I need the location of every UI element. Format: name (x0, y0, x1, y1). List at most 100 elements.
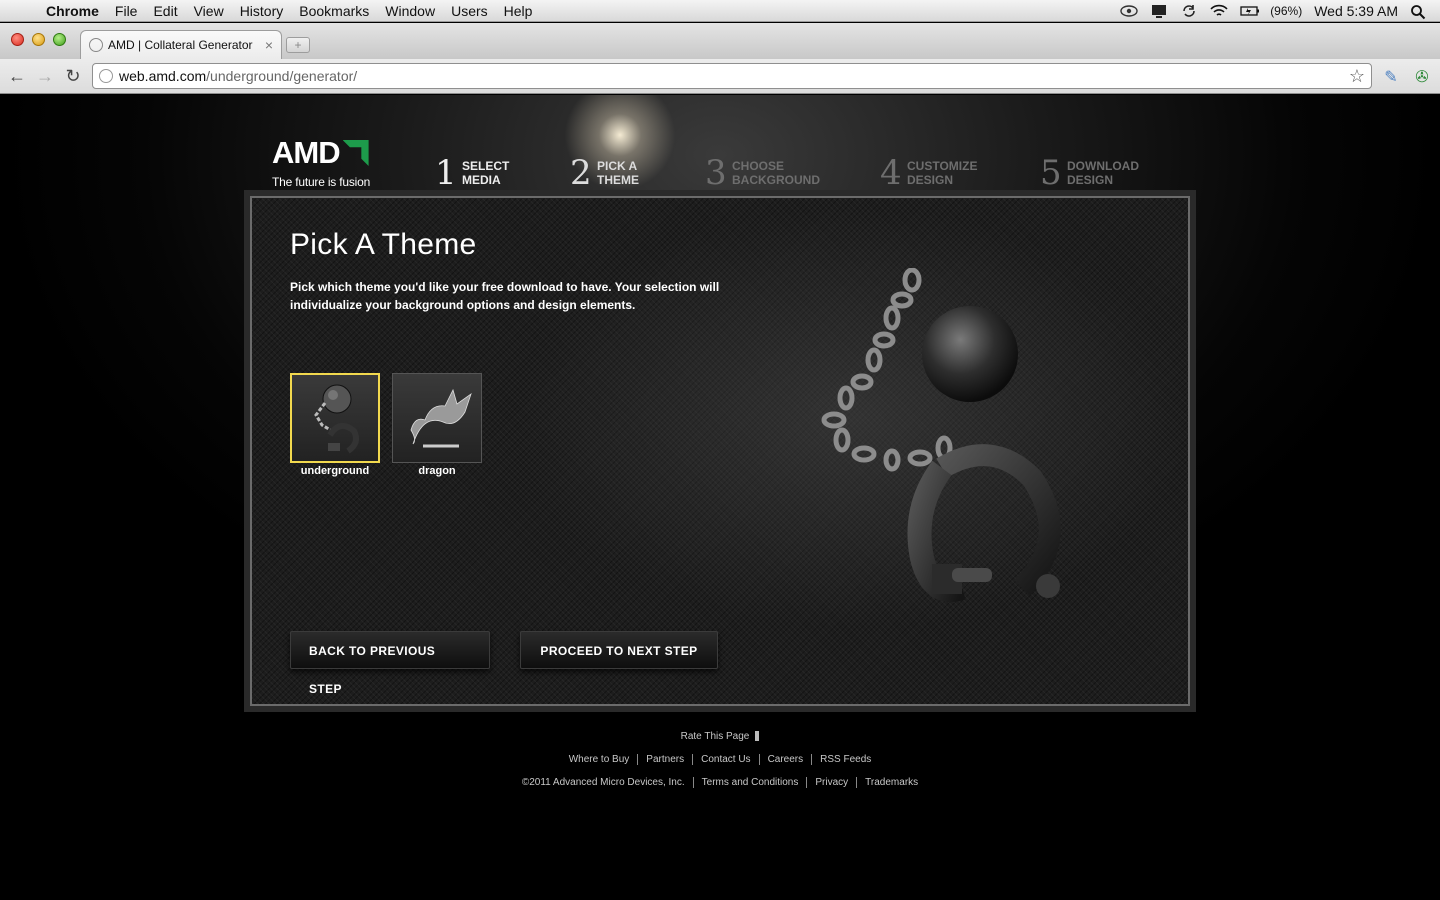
step-number: 2 (570, 153, 592, 193)
browser-toolbar: ← → ↻ web.amd.com /underground/generator… (0, 59, 1440, 94)
divider (811, 754, 813, 765)
page-viewport: AMD The future is fusion 1 Select Media 2… (0, 95, 1440, 900)
footer-link-partners[interactable]: Partners (646, 754, 684, 765)
menu-window[interactable]: Window (377, 3, 443, 19)
battery-icon[interactable] (1240, 4, 1260, 18)
dragon-icon (410, 388, 472, 448)
wrench-menu-icon[interactable]: ✇ (1412, 67, 1432, 87)
underground-thumbnail (290, 373, 380, 463)
step-label-line2: Design (1067, 173, 1114, 187)
display-icon[interactable] (1150, 4, 1168, 18)
footer-link-terms[interactable]: Terms and Conditions (702, 777, 799, 788)
footer-link-careers[interactable]: Careers (768, 754, 804, 765)
step-number: 1 (435, 153, 457, 193)
step-pick-theme[interactable]: 2 Pick a Theme (570, 153, 705, 193)
step-customize-design[interactable]: 4 Customize Design (880, 153, 1040, 193)
footer-link-where-to-buy[interactable]: Where to Buy (569, 754, 630, 765)
ball-and-chain-hero-image (821, 268, 1061, 602)
step-number: 3 (705, 153, 727, 193)
menu-history[interactable]: History (232, 3, 292, 19)
step-label-line2: Theme (597, 173, 639, 187)
footer-link-contact-us[interactable]: Contact Us (701, 754, 750, 765)
menu-app-chrome[interactable]: Chrome (40, 3, 107, 19)
footer-link-rss-feeds[interactable]: RSS Feeds (820, 754, 871, 765)
close-window-button[interactable] (11, 33, 24, 46)
eye-icon[interactable] (1120, 4, 1138, 18)
step-label-line1: Pick a (597, 159, 638, 173)
step-download-design[interactable]: 5 Download Design (1040, 153, 1160, 193)
step-label-line2: Design (907, 173, 954, 187)
dragon-thumbnail (392, 373, 482, 463)
footer-links: Where to Buy Partners Contact Us Careers RSS… (0, 754, 1440, 765)
menu-help[interactable]: Help (496, 3, 541, 19)
step-label-line2: Background (732, 173, 820, 187)
step-number: 4 (880, 153, 902, 193)
page-description: Pick which theme you'd like your free do… (290, 280, 720, 312)
mac-menu-bar: Chrome File Edit View History Bookmarks … (0, 0, 1440, 22)
divider (637, 754, 639, 765)
step-label-line1: Choose (732, 159, 785, 173)
menu-bookmarks[interactable]: Bookmarks (291, 3, 377, 19)
ball-and-chain-icon (314, 384, 359, 454)
footer-legal: ©2011 Advanced Micro Devices, Inc. Terms … (0, 777, 1440, 788)
back-arrow-icon[interactable]: ← (6, 65, 28, 87)
copyright: ©2011 Advanced Micro Devices, Inc. (521, 777, 685, 789)
menu-edit[interactable]: Edit (145, 3, 185, 19)
divider (758, 754, 760, 765)
menubar-clock[interactable]: Wed 5:39 AM (1314, 3, 1398, 19)
close-tab-icon[interactable]: × (265, 37, 273, 53)
page-favicon-icon (89, 38, 103, 52)
new-tab-button[interactable]: + (286, 37, 310, 53)
step-choose-background[interactable]: 3 Choose Background (705, 153, 880, 193)
divider (856, 777, 858, 788)
rate-this-page-link[interactable]: Rate This Page (681, 731, 750, 742)
bookmark-star-icon[interactable]: ☆ (1349, 66, 1365, 87)
tab-title: AMD | Collateral Generator (108, 38, 253, 52)
address-bar[interactable]: web.amd.com /underground/generator/ ☆ (92, 63, 1372, 89)
theme-option-dragon[interactable]: dragon (392, 373, 482, 477)
menu-file[interactable]: File (107, 3, 146, 19)
divider (806, 777, 808, 788)
theme-option-underground[interactable]: underground (290, 373, 380, 477)
menu-users[interactable]: Users (443, 3, 496, 19)
spotlight-search-icon[interactable] (1410, 4, 1428, 19)
zoom-window-button[interactable] (53, 33, 66, 46)
logo-wordmark: AMD (272, 135, 341, 170)
rate-icon (755, 731, 760, 742)
globe-icon (99, 69, 113, 83)
theme-name: dragon (418, 465, 456, 477)
sync-icon[interactable] (1180, 4, 1198, 18)
minimize-window-button[interactable] (32, 33, 45, 46)
step-number: 5 (1040, 153, 1062, 193)
theme-name: underground (300, 465, 370, 477)
page-title: Pick A Theme (290, 228, 477, 261)
proceed-to-next-step-button[interactable]: Proceed to Next Step (520, 631, 718, 669)
browser-tab-strip: AMD | Collateral Generator × + (0, 23, 1440, 59)
step-label-line1: Customize (907, 159, 978, 173)
divider (692, 754, 694, 765)
divider (692, 777, 694, 788)
url-path: /underground/generator/ (206, 68, 358, 84)
reload-icon[interactable]: ↻ (62, 65, 84, 87)
footer-link-privacy[interactable]: Privacy (815, 777, 848, 788)
battery-percent: (96%) (1270, 3, 1303, 18)
amd-logo[interactable]: AMD The future is fusion (272, 135, 370, 189)
logo-tagline: The future is fusion (272, 175, 371, 189)
step-label-line1: Select (462, 159, 510, 173)
rate-this-page[interactable]: Rate This Page (0, 731, 1440, 742)
back-to-previous-step-button[interactable]: Back to Previous Step (290, 631, 490, 696)
eyedropper-extension-icon[interactable]: ✎ (1381, 67, 1401, 87)
step-label-line2: Media (462, 173, 501, 187)
forward-arrow-icon[interactable]: → (34, 65, 56, 87)
footer-link-trademarks[interactable]: Trademarks (865, 777, 918, 788)
step-select-media[interactable]: 1 Select Media (435, 153, 570, 193)
step-label-line1: Download (1067, 159, 1139, 173)
menu-view[interactable]: View (186, 3, 232, 19)
url-host: web.amd.com (119, 68, 207, 84)
amd-arrow-icon (342, 140, 369, 166)
theme-panel: Pick A Theme Pick which theme you'd like… (244, 190, 1196, 712)
wizard-steps: 1 Select Media 2 Pick a Theme 3 Choose Back… (435, 153, 1160, 193)
wifi-icon[interactable] (1210, 4, 1228, 18)
status-menus: (96%) Wed 5:39 AM (1120, 3, 1440, 19)
browser-tab-active[interactable]: AMD | Collateral Generator × (80, 30, 282, 59)
